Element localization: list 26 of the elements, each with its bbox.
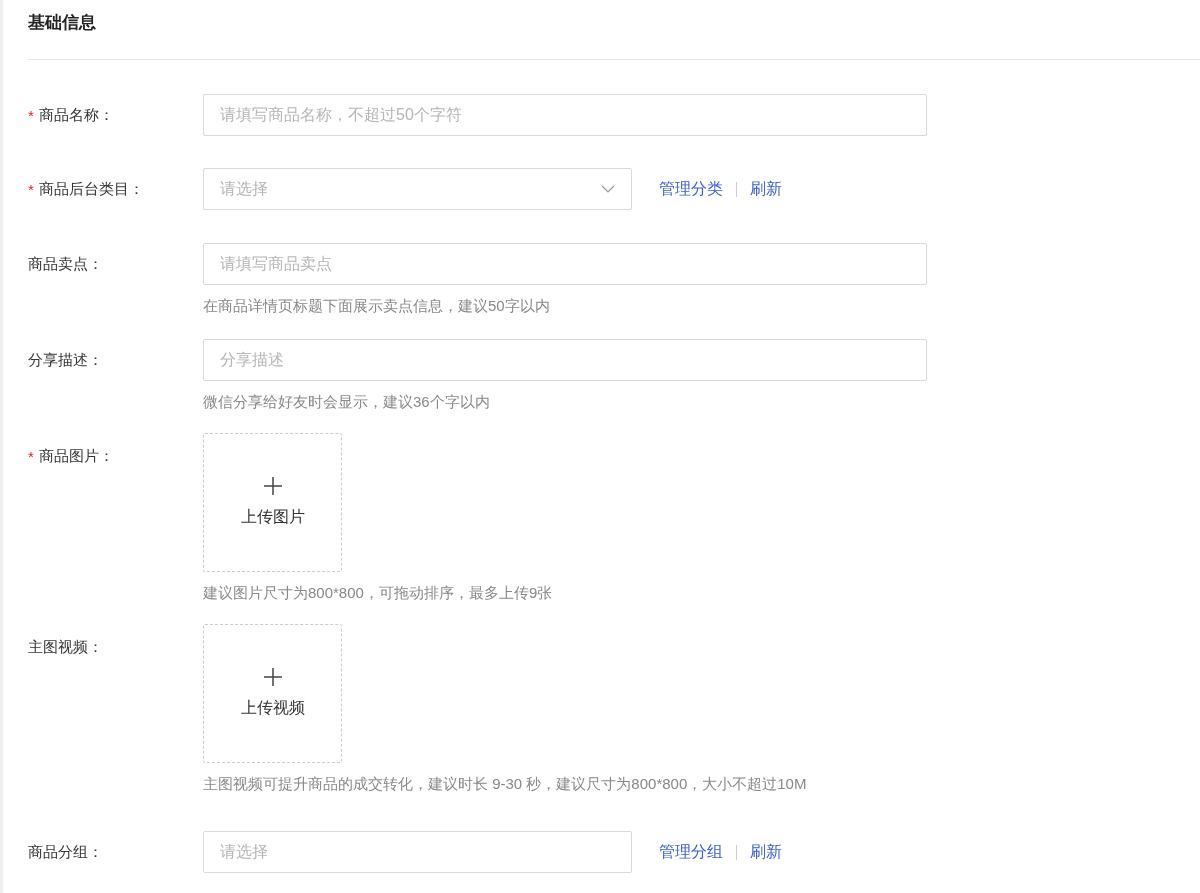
required-asterisk: * (28, 180, 34, 198)
field-label: 商品卖点： (28, 254, 103, 274)
field-label: 分享描述： (28, 350, 103, 370)
hint-text: 建议图片尺寸为800*800，可拖动排序，最多上传9张 (203, 583, 553, 603)
field-label: 商品名称： (38, 105, 114, 125)
link[interactable]: 刷新 (750, 178, 782, 200)
upload-button[interactable]: 上传视频 (203, 624, 342, 763)
hint-text: 微信分享给好友时会显示，建议36个字以内 (203, 392, 491, 412)
text-input-field[interactable]: 分享描述 (203, 339, 927, 381)
link[interactable]: 刷新 (750, 841, 782, 863)
hint-text: 在商品详情页标题下面展示卖点信息，建议50字以内 (203, 296, 551, 316)
section-title: 基础信息 (28, 10, 1200, 60)
required-asterisk: * (28, 448, 34, 465)
plus-icon (263, 668, 282, 686)
field-label: 商品图片： (38, 447, 114, 466)
field-label: 主图视频： (28, 638, 103, 657)
required-asterisk: * (28, 106, 34, 124)
link[interactable]: 管理分类 (659, 178, 723, 200)
field-label: 商品分组： (28, 842, 103, 862)
plus-icon (263, 477, 282, 495)
link[interactable]: 管理分组 (659, 841, 723, 863)
text-input-field[interactable]: 请填写商品名称，不超过50个字符 (203, 94, 927, 136)
field-label: 商品后台类目： (38, 179, 144, 199)
hint-text: 主图视频可提升商品的成交转化，建议时长 9-30 秒，建议尺寸为800*800，大小不超过10M (203, 774, 807, 794)
upload-button[interactable]: 上传图片 (203, 433, 342, 572)
text-input-field[interactable]: 请填写商品卖点 (203, 243, 927, 285)
